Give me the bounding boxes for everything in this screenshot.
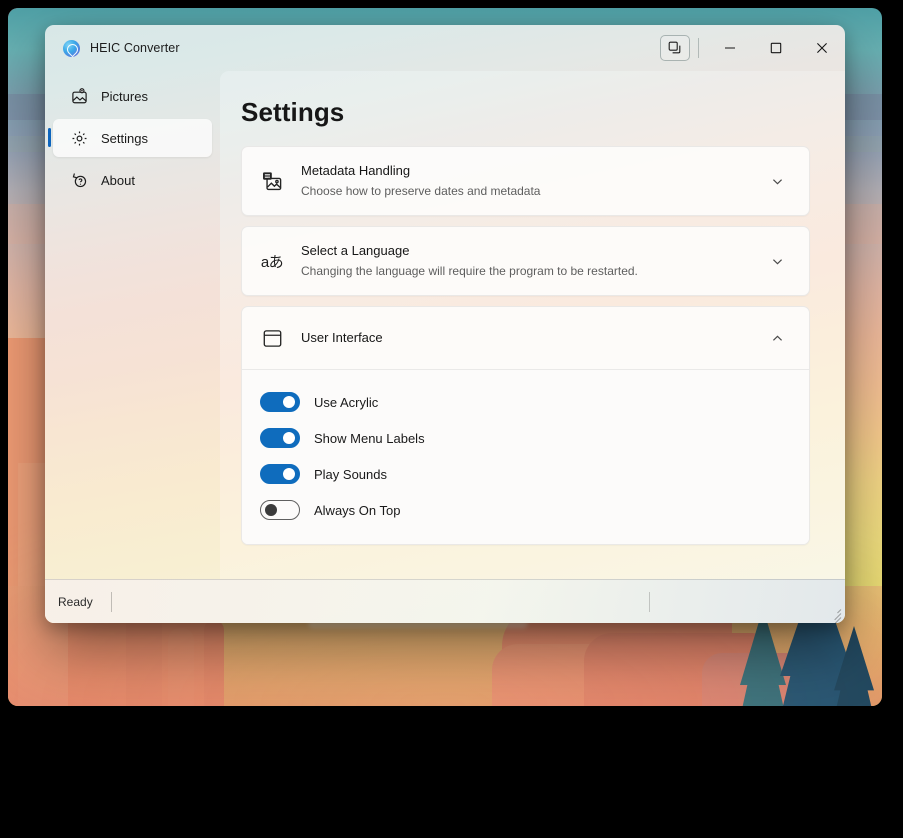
setting-row-use-acrylic: Use Acrylic (260, 384, 791, 420)
window-controls-separator (698, 38, 699, 58)
toggle-knob (283, 396, 295, 408)
sidebar-item-about[interactable]: About (53, 161, 212, 199)
gear-icon (70, 129, 88, 147)
title-bar-left: HEIC Converter (45, 39, 180, 57)
translate-icon: aあ (260, 253, 284, 271)
card-header[interactable]: aあ Select a Language Changing the langua… (242, 227, 809, 295)
sidebar-item-pictures[interactable]: Pictures (53, 77, 212, 115)
status-bar: Ready (45, 579, 845, 623)
card-text: Metadata Handling Choose how to preserve… (301, 162, 746, 200)
settings-card-user-interface: User Interface Use Acrylic Show Menu Lab… (241, 306, 810, 545)
settings-card-language: aあ Select a Language Changing the langua… (241, 226, 810, 296)
sidebar-item-label: Pictures (101, 88, 148, 104)
page-title: Settings (241, 97, 345, 127)
settings-card-metadata: Metadata Handling Choose how to preserve… (241, 146, 810, 216)
help-circle-icon (70, 171, 88, 189)
close-icon[interactable] (799, 25, 845, 71)
toggle-show-menu-labels[interactable] (260, 428, 300, 448)
card-title: Metadata Handling (301, 163, 411, 179)
window-body: Pictures Settings About Settings Metadat… (45, 71, 845, 579)
card-title: User Interface (301, 329, 383, 345)
content-scroll-area[interactable]: Settings Metadata Handling Choose how to… (220, 71, 845, 579)
toggle-knob (283, 432, 295, 444)
toggle-play-sounds[interactable] (260, 464, 300, 484)
window-title: HEIC Converter (90, 41, 180, 55)
sidebar-item-settings[interactable]: Settings (48, 119, 212, 157)
chevron-up-icon[interactable] (763, 324, 791, 352)
toggle-use-acrylic[interactable] (260, 392, 300, 412)
navigation-sidebar: Pictures Settings About (45, 71, 220, 579)
card-subtitle: Changing the language will require the p… (301, 263, 638, 278)
setting-row-play-sounds: Play Sounds (260, 456, 791, 492)
image-metadata-icon (260, 169, 284, 193)
content-pane: Settings Metadata Handling Choose how to… (220, 71, 845, 579)
sidebar-item-label: Settings (101, 130, 148, 146)
status-separator (110, 591, 112, 612)
toggle-always-on-top[interactable] (260, 500, 300, 520)
setting-row-always-on-top: Always On Top (260, 492, 791, 528)
window-ui-icon (260, 326, 284, 350)
resize-grip-icon[interactable] (827, 606, 842, 623)
toggle-label: Always On Top (314, 502, 401, 518)
card-body: Use Acrylic Show Menu Labels Play Sounds (242, 369, 809, 544)
window-controls (660, 25, 845, 71)
sidebar-item-label: About (101, 172, 135, 188)
card-header[interactable]: Metadata Handling Choose how to preserve… (242, 147, 809, 215)
desktop: HEIC Converter Pictures Settings About S… (0, 0, 903, 838)
app-logo-icon (63, 39, 80, 57)
minimize-icon[interactable] (707, 25, 753, 71)
toggle-label: Play Sounds (314, 466, 387, 482)
pictures-icon (70, 87, 88, 105)
status-text: Ready (58, 594, 93, 609)
toggle-knob (283, 468, 295, 480)
toggle-knob (265, 504, 277, 516)
card-subtitle: Choose how to preserve dates and metadat… (301, 183, 541, 198)
card-header[interactable]: User Interface (242, 307, 809, 369)
status-separator-secondary (649, 592, 650, 612)
restore-windows-icon[interactable] (660, 35, 690, 61)
setting-row-show-menu-labels: Show Menu Labels (260, 420, 791, 456)
card-text: User Interface (301, 329, 746, 348)
chevron-down-icon[interactable] (763, 167, 791, 195)
title-bar[interactable]: HEIC Converter (45, 25, 845, 71)
app-window: HEIC Converter Pictures Settings About S… (45, 25, 845, 623)
card-title: Select a Language (301, 243, 410, 259)
toggle-label: Use Acrylic (314, 394, 379, 410)
chevron-down-icon[interactable] (763, 247, 791, 275)
maximize-icon[interactable] (753, 25, 799, 71)
toggle-label: Show Menu Labels (314, 430, 425, 446)
card-text: Select a Language Changing the language … (301, 242, 746, 280)
